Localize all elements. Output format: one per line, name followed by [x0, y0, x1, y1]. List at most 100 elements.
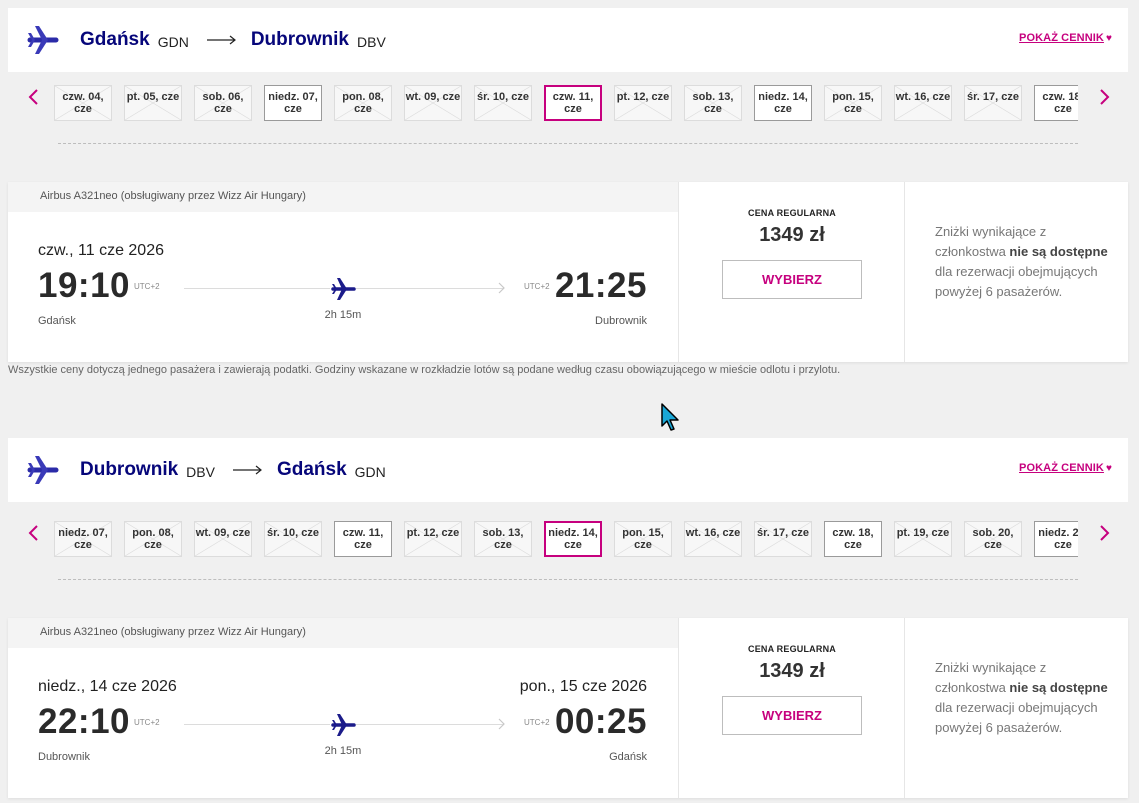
- return-date-strip: niedz. 07, cze pon. 08, cze wt. 09, cze śr.…: [0, 509, 1139, 557]
- date-tile[interactable]: niedz. 21, cze: [1034, 521, 1078, 557]
- date-tile[interactable]: pon. 08, cze: [334, 85, 392, 121]
- date-tile[interactable]: pt. 05, cze: [124, 85, 182, 121]
- chevron-left-icon: [28, 89, 38, 105]
- flight-details: Airbus A321neo (obsługiwany przez Wizz A…: [8, 618, 678, 798]
- outbound-flight-card: Airbus A321neo (obsługiwany przez Wizz A…: [8, 182, 1128, 362]
- date-tile[interactable]: śr. 10, cze: [474, 85, 532, 121]
- track-arrow-icon: [498, 718, 505, 730]
- price-value: 1349 zł: [759, 224, 825, 246]
- price-value: 1349 zł: [759, 660, 825, 682]
- divider: [58, 579, 1078, 580]
- date-tile[interactable]: niedz. 14, cze: [754, 85, 812, 121]
- discount-bold-text: nie są dostępne: [1009, 680, 1108, 695]
- outbound-dates-viewport: czw. 04, cze pt. 05, cze sob. 06, cze niedz…: [52, 73, 1078, 121]
- aircraft-info: Airbus A321neo (obsługiwany przez Wizz A…: [8, 182, 678, 212]
- date-tile[interactable]: sob. 13, cze: [474, 521, 532, 557]
- date-tile[interactable]: czw. 04, cze: [54, 85, 112, 121]
- show-price-list-link[interactable]: POKAŻ CENNIK ♥: [1019, 462, 1112, 474]
- return-route-header: Dubrownik DBV Gdańsk GDN POKAŻ CENNIK ♥: [8, 438, 1128, 502]
- next-dates-button[interactable]: [1094, 521, 1114, 545]
- destination-city: Gdańsk: [276, 459, 347, 480]
- arrival-utc: UTC+2: [524, 718, 550, 727]
- date-tile[interactable]: czw. 11, cze: [334, 521, 392, 557]
- chevron-right-icon: [1100, 89, 1110, 105]
- date-tile[interactable]: niedz. 07, cze: [54, 521, 112, 557]
- date-tile[interactable]: wt. 16, cze: [684, 521, 742, 557]
- airplane-icon: [330, 276, 356, 302]
- route-arrow-icon: [232, 465, 263, 475]
- prev-dates-button[interactable]: [24, 521, 44, 545]
- departure-utc: UTC+2: [134, 282, 160, 291]
- airplane-logo-icon: [27, 26, 59, 54]
- date-tile[interactable]: sob. 06, cze: [194, 85, 252, 121]
- departure-city: Gdańsk: [38, 315, 76, 327]
- return-flight-card: Airbus A321neo (obsługiwany przez Wizz A…: [8, 618, 1128, 798]
- return-dates-viewport: niedz. 07, cze pon. 08, cze wt. 09, cze śr.…: [52, 509, 1078, 557]
- date-tile[interactable]: śr. 10, cze: [264, 521, 322, 557]
- origin-city: Gdańsk: [80, 29, 150, 50]
- outbound-date-strip: czw. 04, cze pt. 05, cze sob. 06, cze niedz…: [0, 73, 1139, 121]
- departure-time: 19:10: [38, 266, 131, 305]
- price-panel: CENA REGULARNA 1349 zł WYBIERZ: [678, 618, 904, 798]
- arrival-date: pon., 15 cze 2026: [519, 678, 647, 695]
- select-button[interactable]: WYBIERZ: [722, 696, 862, 735]
- date-tile[interactable]: czw. 11, cze: [544, 85, 602, 121]
- chevron-right-icon: [1100, 525, 1110, 541]
- flight-duration: 2h 15m: [324, 309, 362, 321]
- heart-icon: ♥: [1105, 33, 1112, 44]
- date-tile[interactable]: wt. 09, cze: [194, 521, 252, 557]
- show-price-list-link[interactable]: POKAŻ CENNIK ♥: [1019, 32, 1112, 44]
- date-tile[interactable]: pon. 08, cze: [124, 521, 182, 557]
- date-tile[interactable]: pt. 12, cze: [404, 521, 462, 557]
- price-label: CENA REGULARNA: [748, 644, 836, 654]
- price-label: CENA REGULARNA: [748, 208, 836, 218]
- date-tile[interactable]: śr. 17, cze: [754, 521, 812, 557]
- arrival-city: Gdańsk: [609, 751, 647, 763]
- prev-dates-button[interactable]: [24, 85, 44, 109]
- departure-date: niedz., 14 cze 2026: [38, 678, 177, 695]
- date-tile[interactable]: wt. 09, cze: [404, 85, 462, 121]
- route-arrow-icon: [206, 35, 237, 45]
- track-arrow-icon: [498, 282, 505, 294]
- departure-date: czw., 11 cze 2026: [38, 242, 164, 259]
- prices-footnote: Wszystkie ceny dotyczą jednego pasażera …: [8, 364, 841, 376]
- aircraft-info: Airbus A321neo (obsługiwany przez Wizz A…: [8, 618, 678, 648]
- mouse-cursor-icon: [661, 403, 679, 431]
- date-tile[interactable]: śr. 17, cze: [964, 85, 1022, 121]
- departure-time: 22:10: [38, 702, 131, 741]
- show-price-list-label: POKAŻ CENNIK: [1019, 32, 1104, 44]
- discount-text-end: dla rezerwacji obejmujących powyżej 6 pa…: [935, 700, 1098, 735]
- date-tile[interactable]: pt. 19, cze: [894, 521, 952, 557]
- next-dates-button[interactable]: [1094, 85, 1114, 109]
- discount-note: Zniżki wynikające z członkostwa nie są d…: [904, 182, 1128, 362]
- discount-bold-text: nie są dostępne: [1009, 244, 1108, 259]
- date-tile[interactable]: pt. 12, cze: [614, 85, 672, 121]
- flight-details: Airbus A321neo (obsługiwany przez Wizz A…: [8, 182, 678, 362]
- arrival-time: 00:25: [554, 702, 647, 741]
- arrival-time: 21:25: [554, 266, 647, 305]
- arrival-utc: UTC+2: [524, 282, 550, 291]
- date-tile[interactable]: czw. 18, cze: [824, 521, 882, 557]
- departure-city: Dubrownik: [38, 751, 90, 763]
- flight-duration: 2h 15m: [324, 745, 362, 757]
- select-button[interactable]: WYBIERZ: [722, 260, 862, 299]
- date-tile[interactable]: niedz. 14, cze: [544, 521, 602, 557]
- discount-note: Zniżki wynikające z członkostwa nie są d…: [904, 618, 1128, 798]
- date-tile[interactable]: czw. 18, cze: [1034, 85, 1078, 121]
- price-panel: CENA REGULARNA 1349 zł WYBIERZ: [678, 182, 904, 362]
- origin-city: Dubrownik: [80, 459, 179, 480]
- date-tile[interactable]: pon. 15, cze: [614, 521, 672, 557]
- date-tile[interactable]: niedz. 07, cze: [264, 85, 322, 121]
- outbound-route-header: Gdańsk GDN Dubrownik DBV POKAŻ CENNIK ♥: [8, 8, 1128, 72]
- airplane-logo-icon: [27, 456, 59, 484]
- arrival-city: Dubrownik: [595, 315, 647, 327]
- date-tile[interactable]: sob. 20, cze: [964, 521, 1022, 557]
- return-route: Dubrownik DBV Gdańsk GDN: [80, 438, 386, 502]
- chevron-left-icon: [28, 525, 38, 541]
- destination-code: DBV: [357, 33, 386, 50]
- departure-utc: UTC+2: [134, 718, 160, 727]
- outbound-route: Gdańsk GDN Dubrownik DBV: [80, 8, 386, 72]
- date-tile[interactable]: sob. 13, cze: [684, 85, 742, 121]
- date-tile[interactable]: pon. 15, cze: [824, 85, 882, 121]
- date-tile[interactable]: wt. 16, cze: [894, 85, 952, 121]
